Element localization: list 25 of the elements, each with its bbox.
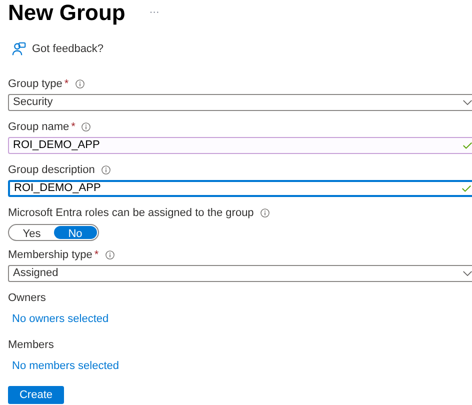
field-label: Group type xyxy=(8,76,62,92)
create-button[interactable]: Create xyxy=(8,386,64,404)
select-link[interactable]: No owners selected xyxy=(12,311,109,328)
field-label: Membership type xyxy=(8,248,92,263)
chevron-down-icon xyxy=(462,268,472,279)
dropdown-field[interactable]: Security xyxy=(8,94,472,111)
chevron-down-icon xyxy=(462,97,472,108)
required-mark: * xyxy=(94,248,99,263)
field-label: Group description xyxy=(8,162,95,178)
feedback-link[interactable]: Got feedback? xyxy=(32,40,104,58)
toggle-option[interactable]: No xyxy=(54,226,97,239)
field-label: Group name xyxy=(8,120,70,135)
field-label: Owners xyxy=(8,290,46,306)
required-mark: * xyxy=(71,120,76,135)
field-label: Microsoft Entra roles can be assigned to the group xyxy=(8,206,254,221)
select-link[interactable]: No members selected xyxy=(12,358,119,374)
feedback-icon xyxy=(12,42,26,56)
dropdown-field[interactable]: Assigned xyxy=(8,265,472,282)
text-input-field[interactable]: ROI_DEMO_APP xyxy=(8,137,472,154)
field-label: Members xyxy=(8,338,54,353)
required-mark: * xyxy=(64,76,69,92)
more-button[interactable]: ··· xyxy=(149,8,160,18)
page-title: New Group xyxy=(8,2,126,24)
toggle-option[interactable]: Yes xyxy=(10,226,54,239)
text-input-field[interactable]: ROI_DEMO_APP xyxy=(8,180,472,197)
